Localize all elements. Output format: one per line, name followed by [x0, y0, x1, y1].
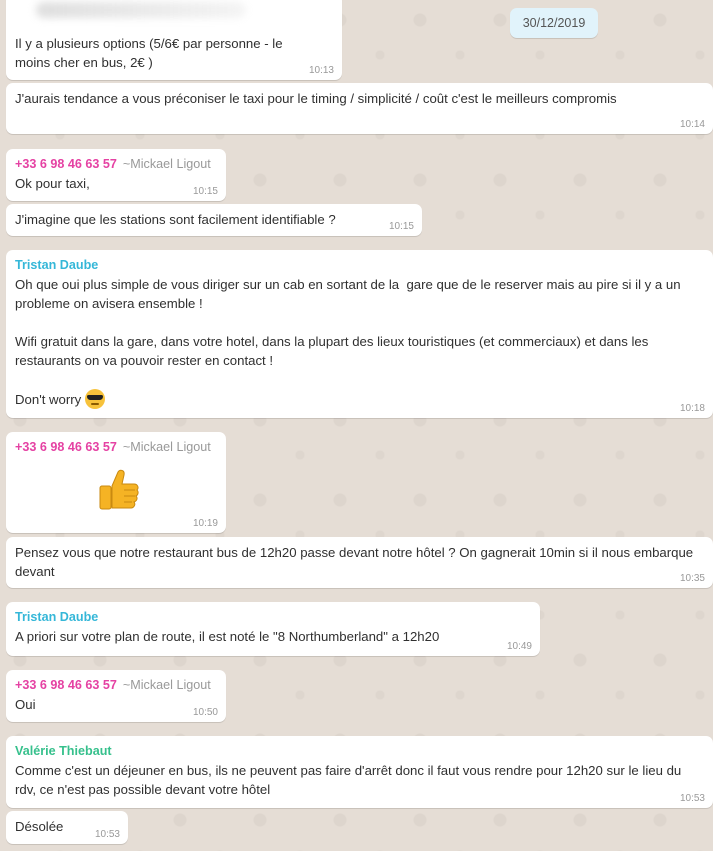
sender-name: ~Mickael Ligout: [122, 678, 211, 692]
message-bubble[interactable]: +33 6 98 46 63 57 ~Mickael Ligout 10:19: [6, 432, 226, 533]
message-sender[interactable]: Tristan Daube: [15, 608, 531, 626]
sender-phone[interactable]: +33 6 98 46 63 57: [15, 678, 117, 692]
message-time: 10:15: [192, 186, 218, 197]
message-body: Oh que oui plus simple de vous diriger s…: [15, 275, 704, 409]
message-text: J'imagine que les stations sont facileme…: [15, 212, 336, 227]
message-bubble[interactable]: Valérie Thiebaut Comme c'est un déjeuner…: [6, 736, 713, 808]
message-bubble[interactable]: Il y a plusieurs options (5/6€ par perso…: [6, 0, 342, 80]
message-bubble[interactable]: Tristan Daube Oh que oui plus simple de …: [6, 250, 713, 418]
message-sender[interactable]: Valérie Thiebaut: [15, 742, 704, 760]
message-sender[interactable]: Tristan Daube: [15, 256, 704, 274]
message-time: 10:35: [679, 573, 705, 584]
message-bubble[interactable]: J'imagine que les stations sont facileme…: [6, 204, 422, 236]
sunglasses-emoji-icon: [85, 389, 106, 409]
message-time: 10:14: [679, 119, 705, 130]
message-text: Il y a plusieurs options (5/6€ par perso…: [15, 36, 287, 70]
message-text: Comme c'est un déjeuner en bus, ils ne p…: [15, 763, 685, 797]
message-time: 10:50: [192, 707, 218, 718]
message-time: 10:19: [192, 518, 218, 529]
message-time: 10:13: [308, 65, 334, 76]
message-text: Pensez vous que notre restaurant bus de …: [15, 545, 697, 579]
sender-phone[interactable]: +33 6 98 46 63 57: [15, 440, 117, 454]
message-bubble[interactable]: +33 6 98 46 63 57 ~Mickael Ligout Ok pour…: [6, 149, 226, 201]
message-bubble[interactable]: J'aurais tendance a vous préconiser le t…: [6, 83, 713, 134]
message-time: 10:53: [94, 829, 120, 840]
date-badge: 30/12/2019: [510, 8, 598, 38]
message-bubble[interactable]: +33 6 98 46 63 57 ~Mickael Ligout Oui 10:…: [6, 670, 226, 722]
message-text: Ok pour taxi,: [15, 176, 90, 191]
sender-phone[interactable]: +33 6 98 46 63 57: [15, 157, 117, 171]
message-sender[interactable]: +33 6 98 46 63 57 ~Mickael Ligout: [15, 438, 217, 456]
message-time: 10:15: [388, 221, 414, 232]
sender-name: ~Mickael Ligout: [122, 157, 211, 171]
message-time: 10:53: [679, 793, 705, 804]
message-time: 10:49: [506, 641, 532, 652]
sender-name: ~Mickael Ligout: [122, 440, 211, 454]
message-bubble[interactable]: Désolée 10:53: [6, 811, 128, 844]
message-sender[interactable]: +33 6 98 46 63 57 ~Mickael Ligout: [15, 676, 217, 694]
message-time: 10:18: [679, 403, 705, 414]
thumbs-up-emoji-icon: [99, 469, 139, 510]
message-bubble[interactable]: Pensez vous que notre restaurant bus de …: [6, 537, 713, 588]
message-text: J'aurais tendance a vous préconiser le t…: [15, 91, 617, 106]
message-text: Oh que oui plus simple de vous diriger s…: [15, 277, 681, 407]
message-bubble[interactable]: Tristan Daube A priori sur votre plan de…: [6, 602, 540, 656]
blurred-content: [36, 2, 246, 18]
message-sender[interactable]: +33 6 98 46 63 57 ~Mickael Ligout: [15, 155, 217, 173]
message-text: A priori sur votre plan de route, il est…: [15, 629, 440, 644]
message-text: Oui: [15, 697, 36, 712]
